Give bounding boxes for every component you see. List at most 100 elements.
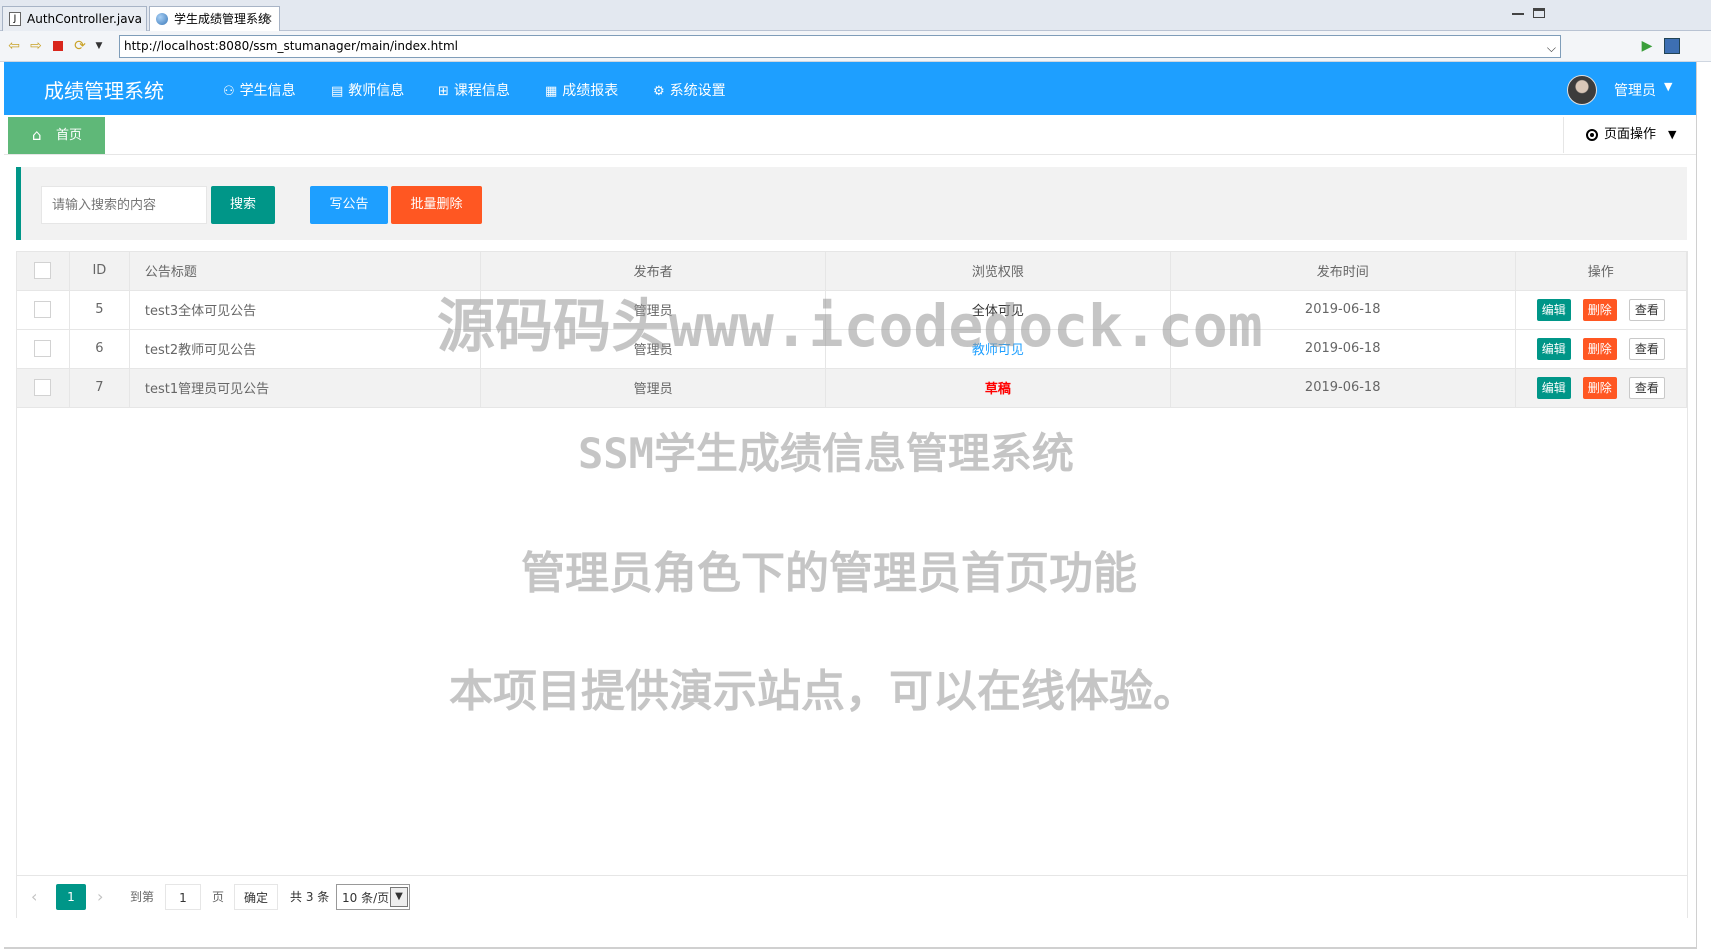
table-header-row: ID 公告标题 发布者 浏览权限 发布时间 操作: [17, 252, 1688, 291]
row-checkbox[interactable]: [34, 379, 52, 396]
column-header-id: ID: [69, 252, 130, 291]
row-checkbox[interactable]: [34, 340, 52, 357]
menu-grade-report[interactable]: ▦ 成绩报表: [545, 80, 618, 100]
column-header-permission: 浏览权限: [825, 252, 1171, 291]
view-button[interactable]: 查看: [1628, 337, 1665, 360]
target-icon: [1586, 129, 1598, 141]
menu-label: 学生信息: [239, 83, 296, 99]
ide-tab-browser[interactable]: 学生成绩管理系统 ✕: [149, 6, 280, 31]
caret-down-icon[interactable]: ▼: [1664, 80, 1672, 93]
ide-tab-authcontroller[interactable]: J AuthController.java: [2, 6, 147, 31]
delete-button[interactable]: 删除: [1582, 376, 1617, 399]
edit-button[interactable]: 编辑: [1536, 337, 1571, 360]
current-page[interactable]: 1: [56, 884, 86, 910]
url-input[interactable]: http://localhost:8080/ssm_stumanager/mai…: [119, 35, 1561, 58]
view-button[interactable]: 查看: [1628, 376, 1665, 399]
batch-delete-button[interactable]: 批量删除: [391, 186, 482, 224]
edit-button[interactable]: 编辑: [1536, 376, 1571, 399]
url-text: http://localhost:8080/ssm_stumanager/mai…: [124, 39, 458, 53]
table-row: 6 test2教师可见公告 管理员 教师可见 2019-06-18 编辑 删除 查看: [17, 329, 1688, 369]
page-operations-dropdown[interactable]: 页面操作 ▼: [1563, 117, 1695, 153]
select-all-cell: [17, 252, 70, 291]
edit-button[interactable]: 编辑: [1536, 298, 1571, 321]
users-icon: ⚇: [223, 84, 235, 99]
chevron-down-icon: ▼: [390, 887, 408, 907]
search-input[interactable]: [41, 186, 207, 224]
row-permission: 草稿: [825, 368, 1171, 408]
row-publisher: 管理员: [480, 329, 827, 369]
window-edge: [1696, 62, 1711, 949]
close-icon[interactable]: ✕: [263, 7, 273, 31]
globe-icon: [156, 13, 168, 25]
row-time: 2019-06-18: [1170, 329, 1516, 369]
chevron-right-icon[interactable]: ›: [97, 884, 103, 910]
page-unit-label: 页: [212, 890, 225, 904]
row-id: 6: [69, 329, 130, 369]
table-row: 5 test3全体可见公告 管理员 全体可见 2019-06-18 编辑 删除 查看: [17, 290, 1688, 330]
column-header-actions: 操作: [1515, 252, 1688, 291]
write-announcement-button[interactable]: 写公告: [310, 186, 388, 224]
page-size-value: 10 条/页: [342, 891, 390, 905]
caret-down-icon: ▼: [1668, 128, 1677, 141]
menu-system-settings[interactable]: ⚙ 系统设置: [653, 80, 726, 100]
column-header-time: 发布时间: [1170, 252, 1516, 291]
refresh-icon[interactable]: ⟳: [72, 38, 88, 54]
editor-tab-strip: J AuthController.java 学生成绩管理系统 ✕: [0, 0, 1711, 31]
row-publisher: 管理员: [480, 368, 827, 408]
book-icon: ⊞: [438, 84, 449, 99]
view-button[interactable]: 查看: [1628, 298, 1665, 321]
row-select-cell: [17, 368, 70, 408]
menu-teacher-info[interactable]: ▤ 教师信息: [331, 80, 404, 100]
ide-tab-label: AuthController.java: [27, 12, 143, 26]
tab-home[interactable]: ⌂ 首页: [8, 117, 105, 154]
row-actions: 编辑 删除 查看: [1515, 368, 1688, 408]
search-toolbar: 搜索 写公告 批量删除: [16, 167, 1687, 240]
total-count: 共 3 条: [290, 890, 330, 904]
row-checkbox[interactable]: [34, 301, 52, 318]
page-size-select[interactable]: 10 条/页 ▼: [336, 884, 410, 910]
table-row: 7 test1管理员可见公告 管理员 草稿 2019-06-18 编辑 删除 查看: [17, 368, 1688, 408]
menu-label: 教师信息: [348, 83, 405, 99]
maximize-icon[interactable]: [1533, 8, 1545, 18]
document-icon: ▤: [331, 84, 344, 99]
column-header-title: 公告标题: [129, 252, 482, 291]
app-header: 成绩管理系统 ⚇ 学生信息 ▤ 教师信息 ⊞ 课程信息 ▦ 成绩报表 ⚙ 系统设置 管理员…: [4, 62, 1696, 115]
announcement-table: ID 公告标题 发布者 浏览权限 发布时间 操作 5 test3全体可见公告 管…: [16, 251, 1688, 918]
browser-toolbar: ⇦ ⇨ ⟳ ▼ http://localhost:8080/ssm_stuman…: [0, 31, 1711, 62]
row-actions: 编辑 删除 查看: [1515, 329, 1688, 369]
history-dropdown-icon[interactable]: ▼: [91, 38, 107, 54]
row-time: 2019-06-18: [1170, 368, 1516, 408]
chevron-down-icon[interactable]: ⌵: [1547, 38, 1556, 59]
table-icon: ▦: [545, 84, 558, 99]
avatar[interactable]: [1567, 75, 1597, 105]
menu-course-info[interactable]: ⊞ 课程信息: [438, 80, 510, 100]
browser-settings-icon[interactable]: [1664, 38, 1680, 54]
delete-button[interactable]: 删除: [1582, 337, 1617, 360]
back-icon[interactable]: ⇦: [6, 38, 22, 54]
page-tab-bar: ⌂ 首页 页面操作 ▼: [4, 115, 1696, 155]
page-number-input[interactable]: 1: [165, 884, 201, 910]
forward-icon[interactable]: ⇨: [28, 38, 44, 54]
chevron-left-icon[interactable]: ‹: [31, 884, 37, 910]
row-publisher: 管理员: [480, 290, 827, 330]
menu-label: 成绩报表: [562, 83, 619, 99]
page-ops-label: 页面操作: [1604, 127, 1657, 142]
ide-tab-label: 学生成绩管理系统: [174, 12, 271, 26]
row-time: 2019-06-18: [1170, 290, 1516, 330]
minimize-icon[interactable]: [1512, 8, 1524, 15]
home-icon: ⌂: [32, 126, 42, 144]
row-id: 5: [69, 290, 130, 330]
select-all-checkbox[interactable]: [34, 262, 52, 280]
search-button[interactable]: 搜索: [211, 186, 275, 224]
column-header-publisher: 发布者: [480, 252, 827, 291]
go-icon[interactable]: ▶: [1639, 38, 1655, 54]
user-menu[interactable]: 管理员: [1614, 80, 1656, 100]
stop-icon[interactable]: [50, 38, 66, 54]
confirm-button[interactable]: 确定: [234, 884, 278, 910]
java-file-icon: J: [9, 12, 21, 26]
row-permission: 全体可见: [825, 290, 1171, 330]
delete-button[interactable]: 删除: [1582, 298, 1617, 321]
row-select-cell: [17, 329, 70, 369]
menu-student-info[interactable]: ⚇ 学生信息: [223, 80, 296, 100]
pagination: ‹ 1 › 到第 1 页 确定 共 3 条 10 条/页 ▼: [17, 875, 1687, 918]
